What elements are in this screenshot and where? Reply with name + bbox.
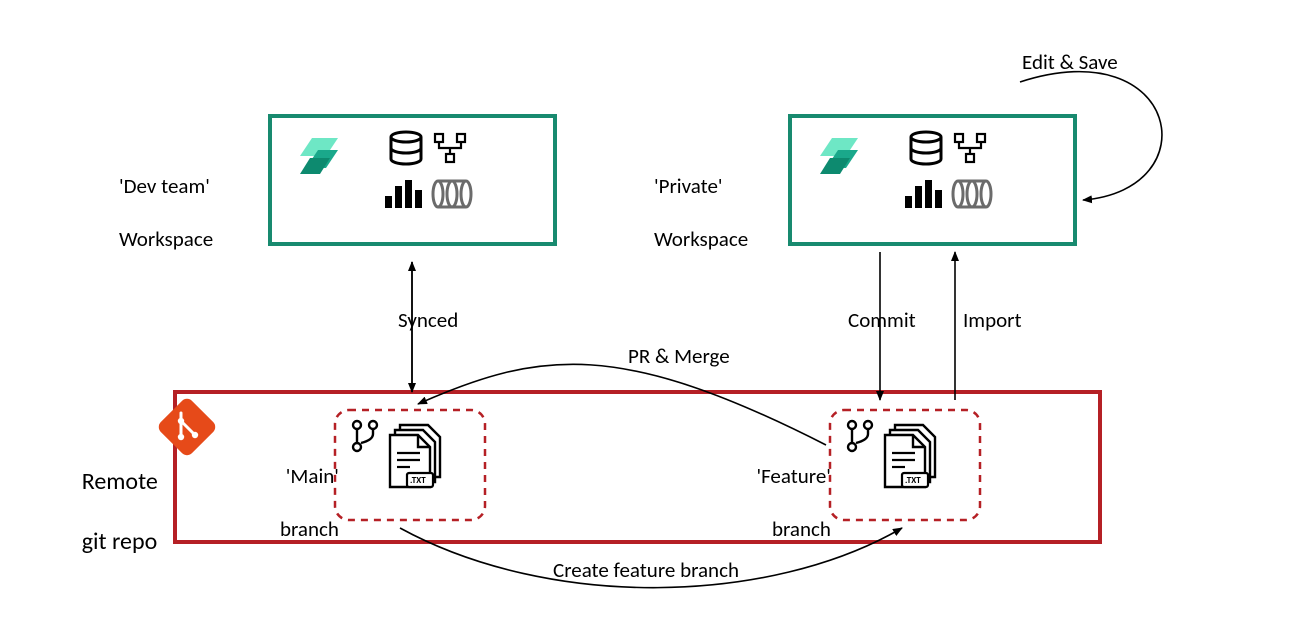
create-feature-branch-label: Create feature branch (553, 557, 739, 583)
pr-merge-label: PR & Merge (628, 343, 730, 369)
edit-save-label: Edit & Save (1022, 49, 1118, 75)
text: git repo (82, 527, 158, 556)
text: Workspace (654, 226, 748, 252)
synced-label: Synced (398, 307, 458, 333)
main-branch-box (335, 410, 485, 520)
file-ext-feature: .TXT (905, 475, 921, 486)
dev-workspace-label: 'Dev team' Workspace (100, 147, 213, 278)
private-workspace-box (790, 116, 1075, 244)
text: 'Dev team' (119, 173, 210, 199)
text: branch (754, 516, 831, 542)
remote-repo-label: Remote git repo (60, 437, 158, 587)
text: 'Main' (286, 463, 339, 489)
commit-label: Commit (848, 307, 916, 333)
dev-workspace-box (270, 116, 555, 244)
pr-merge-arrow (418, 364, 826, 445)
diagram-stage: 'Dev team' Workspace 'Private' Workspace… (0, 0, 1306, 629)
text: branch (274, 516, 339, 542)
text: Remote (82, 467, 158, 496)
git-icon (156, 396, 218, 458)
edit-save-loop (1020, 72, 1162, 200)
import-label: Import (963, 307, 1022, 333)
text: 'Feature' (756, 463, 830, 489)
text: 'Private' (654, 173, 723, 199)
file-ext-main: .TXT (410, 475, 426, 486)
private-workspace-label: 'Private' Workspace (635, 147, 748, 278)
main-branch-label: 'Main' branch (255, 437, 339, 568)
feature-branch-label: 'Feature' branch (735, 437, 831, 568)
feature-branch-box (830, 410, 980, 520)
text: Workspace (119, 226, 213, 252)
